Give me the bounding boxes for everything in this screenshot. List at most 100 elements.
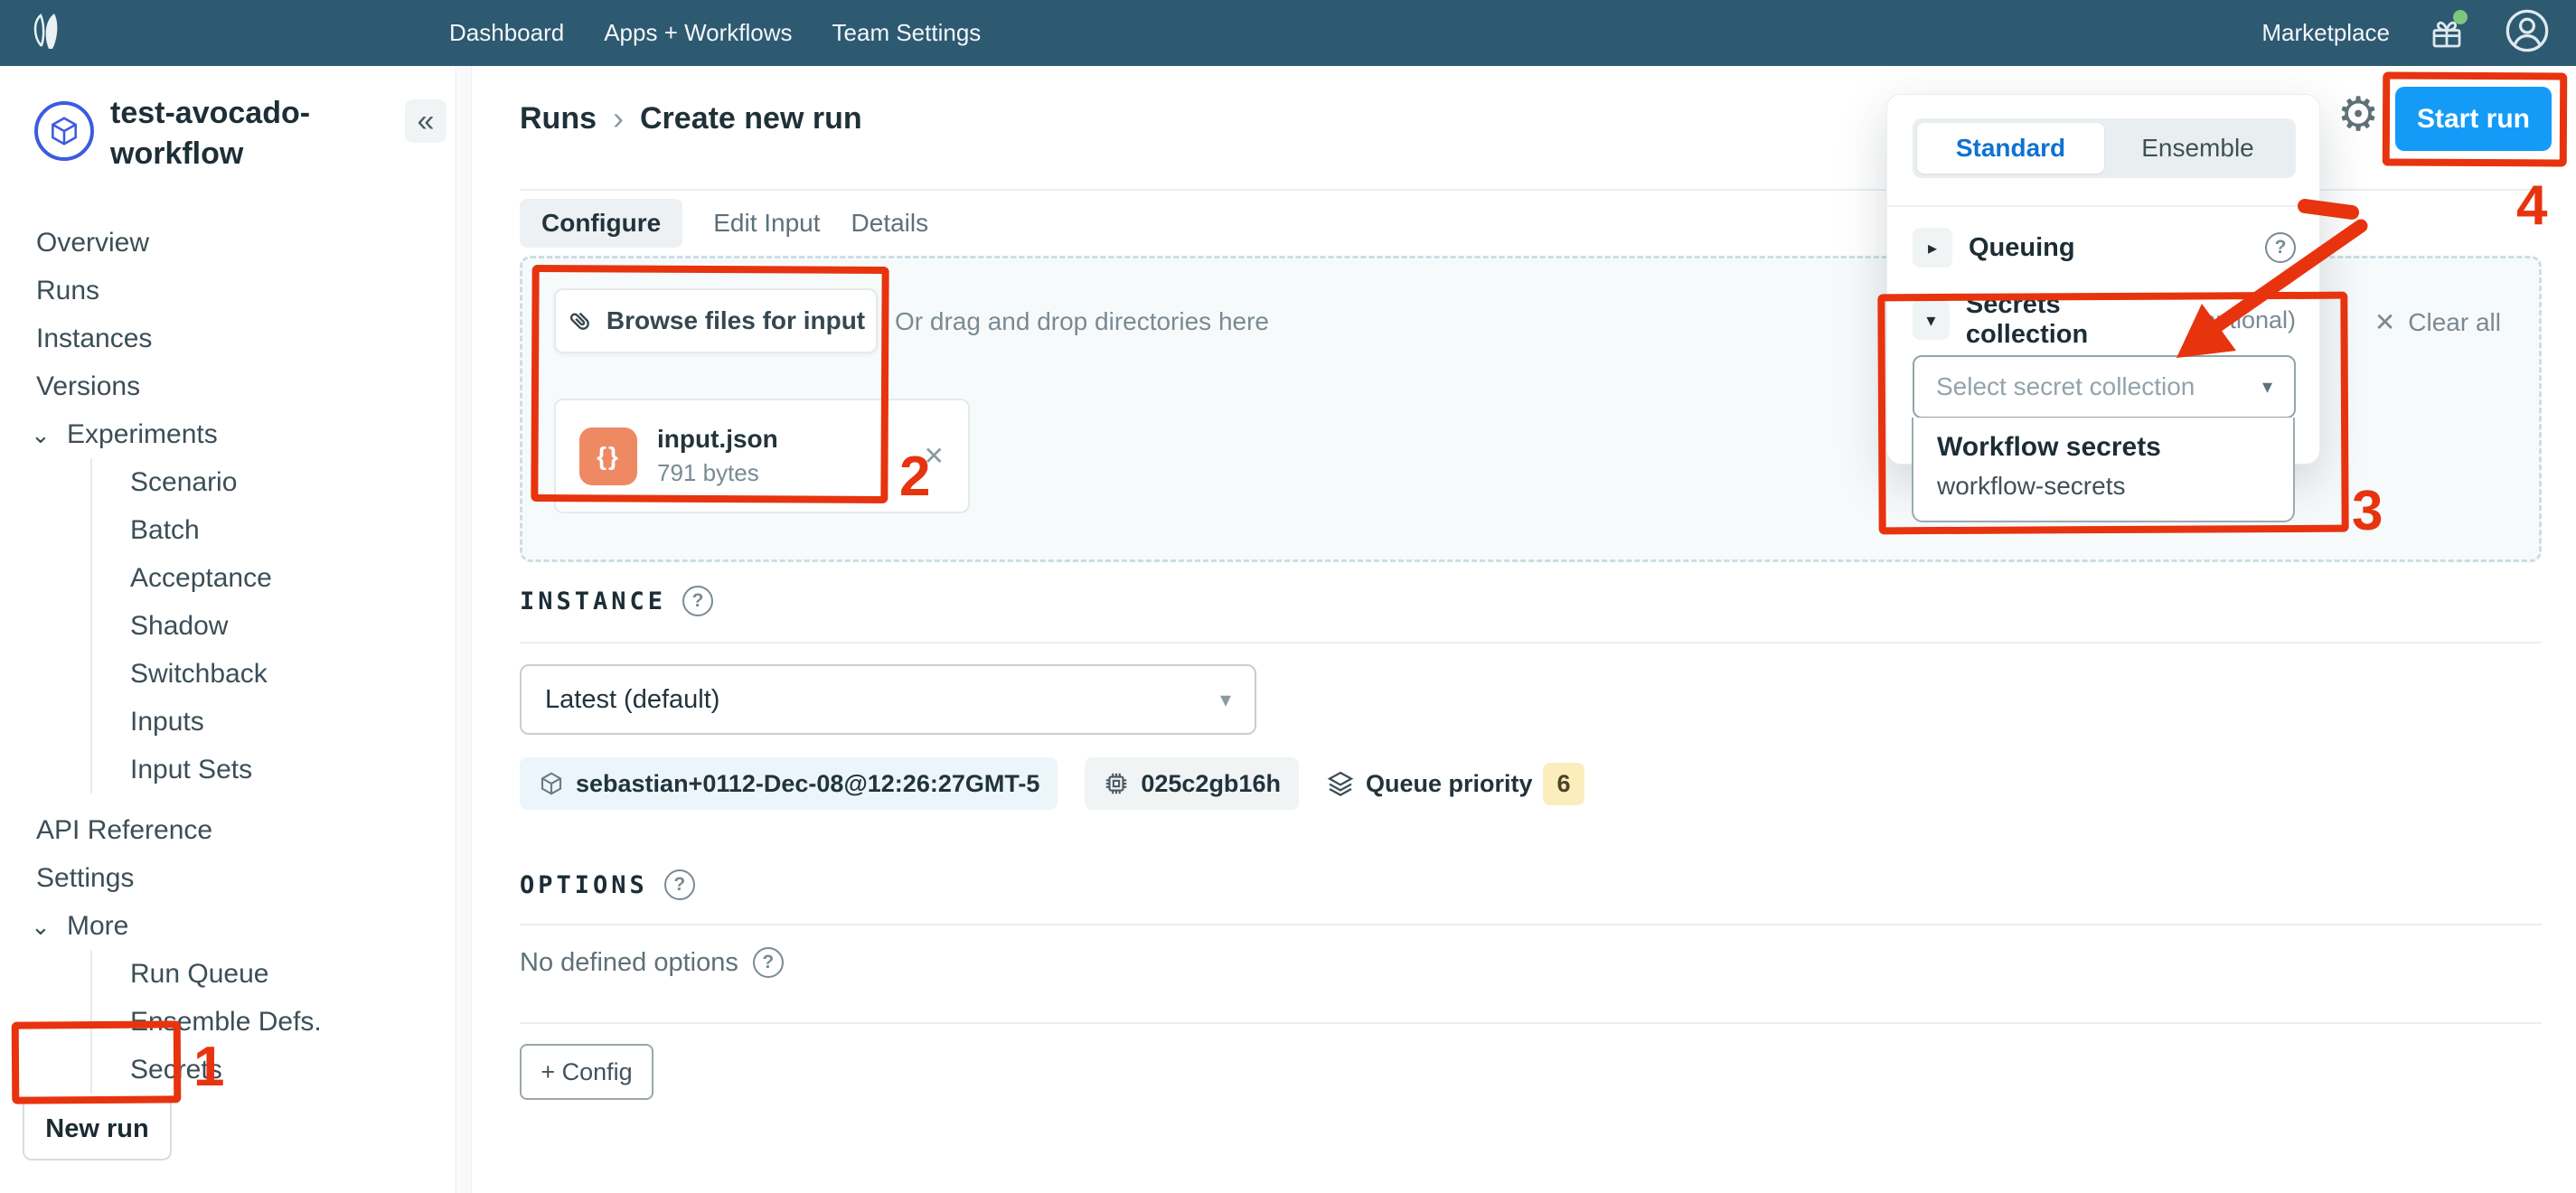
navbar-links: Dashboard Apps + Workflows Team Settings	[449, 0, 981, 66]
clear-all-label: Clear all	[2408, 308, 2501, 337]
instance-id-tag: 025c2gb16h	[1085, 757, 1299, 810]
annotation-number-4: 4	[2516, 174, 2547, 238]
version-tag: sebastian+0112-Dec-08@12:26:27GMT-5	[520, 757, 1058, 810]
sidebar-item-switchback[interactable]: Switchback	[92, 650, 456, 698]
sidebar-item-label: Experiments	[67, 419, 218, 450]
mode-standard-button[interactable]: Standard	[1917, 123, 2104, 174]
sidebar-item-api-reference[interactable]: API Reference	[0, 806, 456, 854]
chevron-down-icon: ▾	[2262, 375, 2272, 399]
instance-divider	[520, 642, 2542, 643]
new-run-button[interactable]: New run	[23, 1097, 172, 1160]
nav-apps-workflows[interactable]: Apps + Workflows	[604, 19, 792, 47]
json-file-icon: {}	[579, 427, 637, 485]
secret-select-placeholder: Select secret collection	[1936, 372, 2195, 401]
sidebar-item-batch[interactable]: Batch	[92, 506, 456, 554]
instance-header-label: INSTANCE	[520, 587, 666, 615]
nav-team-settings[interactable]: Team Settings	[832, 19, 982, 47]
sidebar-item-overview[interactable]: Overview	[0, 219, 456, 267]
run-settings-panel: Standard Ensemble ▸ Queuing ? ▾ Secrets …	[1886, 94, 2320, 465]
sidebar-collapse-button[interactable]: «	[405, 99, 447, 143]
brand-logo-icon[interactable]	[29, 13, 65, 59]
breadcrumb-runs[interactable]: Runs	[520, 101, 597, 136]
version-tag-label: sebastian+0112-Dec-08@12:26:27GMT-5	[576, 770, 1039, 798]
sidebar-item-instances[interactable]: Instances	[0, 315, 456, 362]
app-screen: Dashboard Apps + Workflows Team Settings…	[0, 0, 2576, 1193]
nav-marketplace[interactable]: Marketplace	[2261, 19, 2390, 47]
options-header-label: OPTIONS	[520, 871, 648, 899]
secret-collection-options[interactable]: Workflow secrets workflow-secrets	[1912, 418, 2295, 522]
no-options-row: No defined options ?	[520, 947, 784, 978]
sidebar-item-versions[interactable]: Versions	[0, 362, 456, 410]
layers-icon	[1326, 769, 1355, 798]
secrets-collection-label: Secrets collection	[1966, 290, 2175, 350]
sidebar-item-input-sets[interactable]: Input Sets	[92, 746, 456, 794]
sidebar-item-runs[interactable]: Runs	[0, 267, 456, 315]
file-size: 791 bytes	[657, 459, 778, 487]
sidebar-item-acceptance[interactable]: Acceptance	[92, 554, 456, 602]
gift-icon[interactable]	[2428, 14, 2466, 53]
expand-down-icon[interactable]: ▾	[1913, 300, 1950, 340]
tab-edit-input[interactable]: Edit Input	[713, 209, 820, 238]
queuing-help-icon[interactable]: ?	[2265, 232, 2296, 263]
tab-configure[interactable]: Configure	[520, 199, 682, 248]
options-help-icon[interactable]: ?	[664, 869, 695, 900]
drag-drop-hint: Or drag and drop directories here	[895, 307, 1269, 336]
no-options-help-icon[interactable]: ?	[753, 947, 784, 978]
close-icon: ✕	[2374, 307, 2395, 337]
chevron-down-icon: ▾	[1220, 687, 1231, 713]
tab-details[interactable]: Details	[851, 209, 929, 238]
instance-selected-value: Latest (default)	[545, 685, 719, 715]
paperclip-icon	[567, 307, 594, 334]
sidebar-item-settings[interactable]: Settings	[0, 854, 456, 902]
secrets-collection-row[interactable]: ▾ Secrets collection (optional)	[1913, 297, 2296, 343]
instance-id-label: 025c2gb16h	[1141, 770, 1281, 798]
browse-files-button[interactable]: Browse files for input	[554, 288, 878, 353]
options-divider-bottom	[520, 1022, 2542, 1024]
instance-section-header: INSTANCE ?	[520, 586, 713, 616]
instance-select[interactable]: Latest (default) ▾	[520, 664, 1256, 735]
notification-dot	[2453, 10, 2468, 24]
sidebar-item-experiments[interactable]: ⌄ Experiments	[0, 410, 456, 458]
cube-icon	[538, 770, 565, 797]
avatar-icon[interactable]	[2504, 7, 2551, 59]
expand-right-icon[interactable]: ▸	[1913, 228, 1952, 268]
chevron-down-icon: ⌄	[31, 426, 67, 444]
workflow-title: test-avocado-workflow	[110, 93, 400, 174]
queue-priority-label: Queue priority	[1366, 770, 1533, 798]
mode-ensemble-button[interactable]: Ensemble	[2104, 123, 2291, 174]
panel-divider	[1887, 205, 2319, 207]
sidebar-item-inputs[interactable]: Inputs	[92, 698, 456, 746]
navbar-right: Marketplace	[2261, 0, 2551, 66]
sidebar-item-ensemble-defs[interactable]: Ensemble Defs.	[92, 998, 456, 1046]
sidebar-item-run-queue[interactable]: Run Queue	[92, 950, 456, 998]
workflow-cube-icon	[34, 101, 94, 161]
experiments-subgroup: Scenario Batch Acceptance Shadow Switchb…	[90, 458, 456, 794]
more-subgroup: Run Queue Ensemble Defs. Secrets	[90, 950, 456, 1094]
sidebar-item-scenario[interactable]: Scenario	[92, 458, 456, 506]
sidebar-item-label: More	[67, 911, 128, 942]
gear-icon[interactable]: ⚙	[2334, 90, 2383, 139]
secret-option-title[interactable]: Workflow secrets	[1937, 432, 2270, 463]
remove-file-icon[interactable]: ✕	[924, 441, 945, 471]
sidebar-scroll-gutter[interactable]	[457, 66, 472, 1193]
secret-collection-select[interactable]: Select secret collection ▾	[1913, 355, 2296, 418]
sidebar-item-secrets[interactable]: Secrets	[92, 1046, 456, 1094]
start-run-button[interactable]: Start run	[2395, 87, 2552, 151]
chevron-down-icon: ⌄	[31, 917, 67, 935]
queue-priority-badge: 6	[1543, 763, 1584, 805]
chip-icon	[1103, 770, 1130, 797]
nav-dashboard[interactable]: Dashboard	[449, 19, 564, 47]
queuing-row[interactable]: ▸ Queuing ?	[1913, 225, 2296, 270]
sidebar: test-avocado-workflow « Overview Runs In…	[0, 66, 456, 1193]
add-config-button[interactable]: + Config	[520, 1044, 653, 1100]
sidebar-nav: Overview Runs Instances Versions ⌄ Exper…	[0, 219, 456, 1094]
run-mode-toggle: Standard Ensemble	[1913, 118, 2296, 178]
browse-files-label: Browse files for input	[606, 306, 865, 335]
options-divider-top	[520, 924, 2542, 925]
sidebar-item-shadow[interactable]: Shadow	[92, 602, 456, 650]
no-options-label: No defined options	[520, 948, 738, 978]
secret-option-subtitle: workflow-secrets	[1937, 472, 2270, 501]
clear-all-button[interactable]: ✕ Clear all	[2374, 307, 2501, 337]
sidebar-item-more[interactable]: ⌄ More	[0, 902, 456, 950]
instance-help-icon[interactable]: ?	[682, 586, 713, 616]
